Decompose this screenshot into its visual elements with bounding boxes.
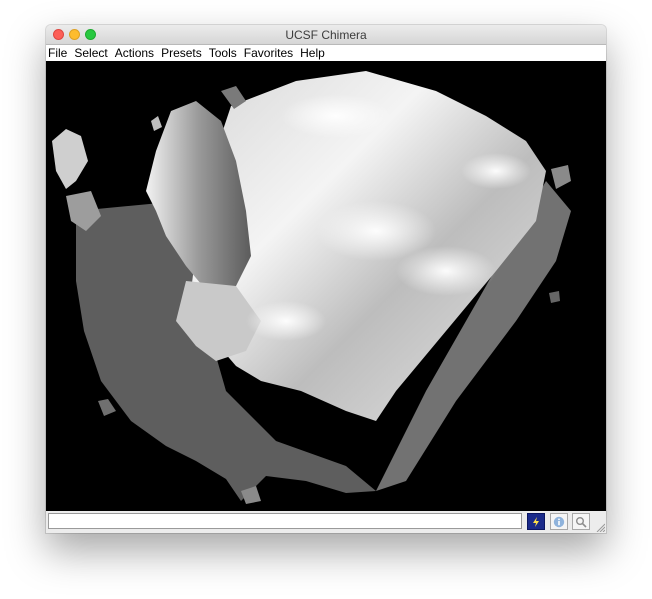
volume-surface-render [52, 71, 571, 504]
command-line-icon [533, 516, 539, 527]
menu-bar: File Select Actions Presets Tools Favori… [46, 45, 606, 61]
resize-grip-icon[interactable] [595, 522, 605, 532]
menu-favorites[interactable]: Favorites [242, 45, 297, 61]
surface-fragment-bottom [98, 399, 116, 416]
menu-presets[interactable]: Presets [159, 45, 206, 61]
menu-help[interactable]: Help [298, 45, 329, 61]
surface-fragment-small [151, 116, 162, 131]
menu-actions[interactable]: Actions [113, 45, 158, 61]
command-line-button[interactable] [527, 513, 545, 530]
menu-file[interactable]: File [46, 45, 71, 61]
title-bar[interactable]: UCSF Chimera [46, 25, 606, 45]
chimera-window: UCSF Chimera File Select Actions Presets… [46, 25, 606, 533]
command-line-input[interactable] [48, 513, 522, 529]
info-button[interactable] [550, 513, 568, 530]
graphics-viewport[interactable] [46, 61, 606, 511]
info-icon [553, 516, 565, 527]
window-title: UCSF Chimera [285, 28, 367, 42]
find-button[interactable] [572, 513, 590, 530]
menu-select[interactable]: Select [72, 45, 111, 61]
menu-tools[interactable]: Tools [207, 45, 241, 61]
surface-fragment-left [52, 129, 88, 189]
surface-fragment-right [551, 165, 571, 189]
status-bar [46, 511, 606, 533]
magnifier-icon [576, 516, 587, 528]
surface-fragment-right-2 [549, 291, 560, 303]
